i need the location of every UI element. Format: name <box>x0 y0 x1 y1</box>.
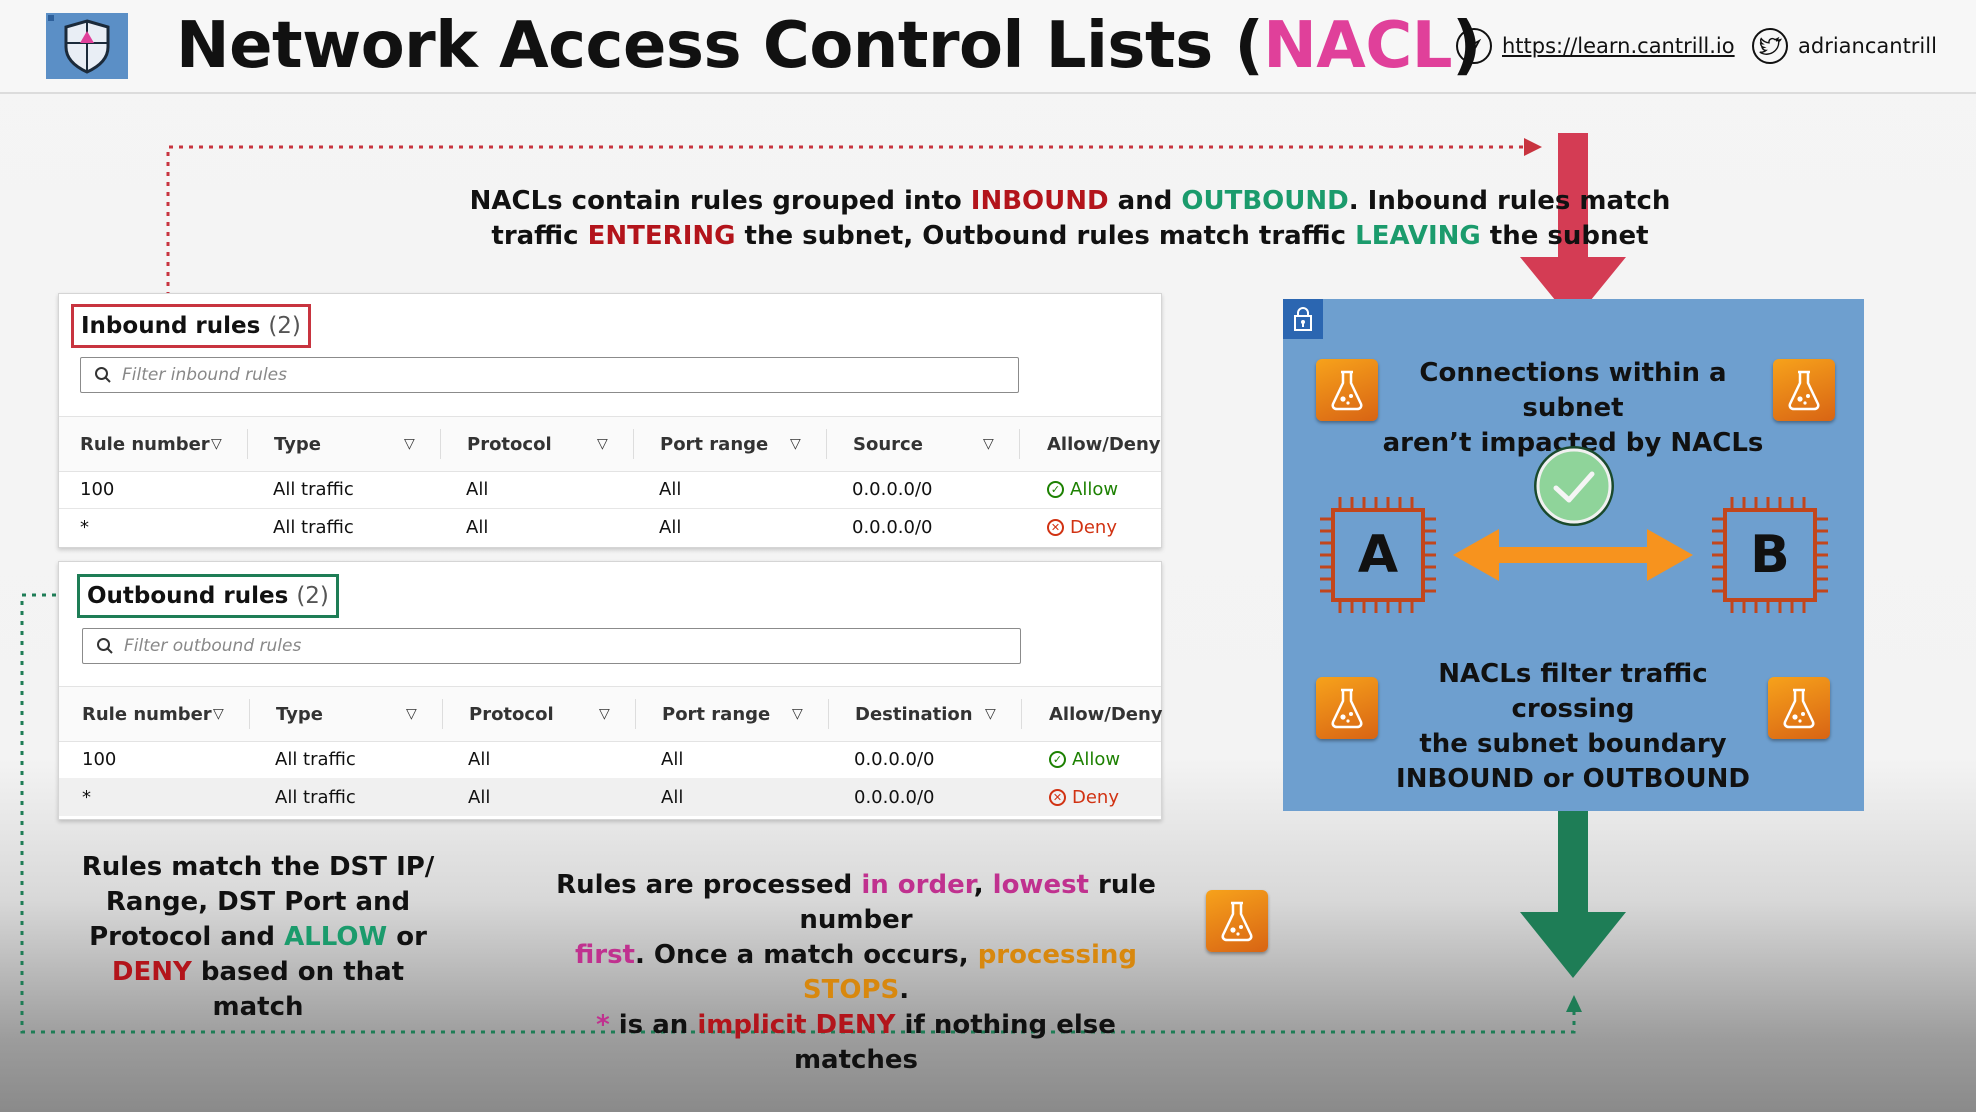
outbound-rules-title: Outbound rules (2) <box>77 574 339 618</box>
flask-icon <box>1316 359 1378 421</box>
column-header-port-range[interactable]: Port range <box>660 417 768 471</box>
outbound-rules-panel: Outbound rules (2) Rule number ▽ Type ▽ … <box>58 561 1163 820</box>
instance-b-chip: B <box>1708 493 1832 617</box>
lock-icon <box>1283 299 1323 339</box>
double-arrow-icon <box>1453 529 1693 581</box>
protocol-cell: All <box>468 786 491 808</box>
column-header-port-range[interactable]: Port range <box>662 687 770 741</box>
port-range-cell: All <box>659 516 682 538</box>
outbound-connector-arrowhead <box>1566 995 1582 1012</box>
inbound-connector-arrowhead <box>1524 138 1542 156</box>
column-header-rule-number[interactable]: Rule number <box>82 687 212 741</box>
action-cell: ✕ Deny <box>1049 778 1119 816</box>
sort-icon[interactable]: ▽ <box>985 687 996 741</box>
source-cell: 0.0.0.0/0 <box>852 516 933 538</box>
table-row[interactable]: * All traffic All All 0.0.0.0/0 ✕ Deny <box>59 778 1161 816</box>
type-cell: All traffic <box>275 786 356 808</box>
outbound-filter-input[interactable] <box>122 635 1006 657</box>
column-header-allow-deny[interactable]: Allow/Deny <box>1047 417 1161 471</box>
source-cell: 0.0.0.0/0 <box>852 478 933 500</box>
column-header-type[interactable]: Type <box>276 687 323 741</box>
column-header-destination[interactable]: Destination <box>855 687 973 741</box>
column-header-protocol[interactable]: Protocol <box>469 687 554 741</box>
table-row[interactable]: 100 All traffic All All 0.0.0.0/0 ✓ Allow <box>59 470 1161 509</box>
boundary-filter-text: NACLs filter traffic crossing the subnet… <box>1396 659 1750 794</box>
check-circle-icon: ✓ <box>1047 480 1064 498</box>
inbound-table-header: Rule number ▽ Type ▽ Protocol ▽ Port ran… <box>59 416 1161 472</box>
match-rules-note: Rules match the DST IP/ Range, DST Port … <box>81 852 435 1022</box>
check-badge-icon <box>1534 446 1614 526</box>
destination-cell: 0.0.0.0/0 <box>854 748 935 770</box>
inbound-filter-input[interactable] <box>120 364 1004 386</box>
flask-icon <box>1768 677 1830 739</box>
sort-icon[interactable]: ▽ <box>213 687 224 741</box>
subnet-box: Connections within a subnet aren’t impac… <box>1283 299 1864 811</box>
processing-order-note: Rules are processed in order, lowest rul… <box>556 870 1156 1075</box>
flask-icon <box>1773 359 1835 421</box>
type-cell: All traffic <box>273 478 354 500</box>
column-header-protocol[interactable]: Protocol <box>467 417 552 471</box>
type-cell: All traffic <box>275 748 356 770</box>
column-header-source[interactable]: Source <box>853 417 923 471</box>
x-circle-icon: ✕ <box>1049 788 1066 806</box>
sort-icon[interactable]: ▽ <box>404 417 415 471</box>
search-icon <box>96 637 114 655</box>
instance-b-label: B <box>1750 525 1790 585</box>
sort-icon[interactable]: ▽ <box>597 417 608 471</box>
check-circle-icon: ✓ <box>1049 750 1066 768</box>
slide: Network Access Control Lists (NACL) http… <box>0 0 1976 1112</box>
port-range-cell: All <box>661 748 684 770</box>
type-cell: All traffic <box>273 516 354 538</box>
port-range-cell: All <box>661 786 684 808</box>
rule-number-cell: * <box>80 516 89 538</box>
protocol-cell: All <box>466 516 489 538</box>
instance-a-chip: A <box>1316 493 1440 617</box>
outbound-table-header: Rule number ▽ Type ▽ Protocol ▽ Port ran… <box>59 686 1163 742</box>
action-cell: ✕ Deny <box>1047 508 1117 546</box>
search-icon <box>94 366 112 384</box>
sort-icon[interactable]: ▽ <box>983 417 994 471</box>
flask-icon <box>1316 677 1378 739</box>
sort-icon[interactable]: ▽ <box>790 417 801 471</box>
instance-a-label: A <box>1357 525 1399 585</box>
sort-icon[interactable]: ▽ <box>599 687 610 741</box>
sort-icon[interactable]: ▽ <box>406 687 417 741</box>
destination-cell: 0.0.0.0/0 <box>854 786 935 808</box>
column-header-rule-number[interactable]: Rule number <box>80 417 210 471</box>
x-circle-icon: ✕ <box>1047 518 1064 536</box>
outbound-arrow <box>1520 790 1626 978</box>
intro-text: NACLs contain rules grouped into INBOUND… <box>469 186 1671 251</box>
inbound-filter-field[interactable] <box>80 357 1019 393</box>
protocol-cell: All <box>466 478 489 500</box>
sort-icon[interactable]: ▽ <box>211 417 222 471</box>
rule-number-cell: 100 <box>82 748 117 770</box>
sort-icon[interactable]: ▽ <box>792 687 803 741</box>
table-row[interactable]: 100 All traffic All All 0.0.0.0/0 ✓ Allow <box>59 740 1161 779</box>
inbound-rules-title: Inbound rules (2) <box>71 304 311 348</box>
protocol-cell: All <box>468 748 491 770</box>
rule-number-cell: 100 <box>80 478 115 500</box>
port-range-cell: All <box>659 478 682 500</box>
action-cell: ✓ Allow <box>1047 470 1118 508</box>
flask-icon <box>1206 890 1268 952</box>
column-header-allow-deny[interactable]: Allow/Deny <box>1049 687 1163 741</box>
column-header-type[interactable]: Type <box>274 417 321 471</box>
rule-number-cell: * <box>82 786 91 808</box>
table-row[interactable]: * All traffic All All 0.0.0.0/0 ✕ Deny <box>59 508 1161 546</box>
action-cell: ✓ Allow <box>1049 740 1120 778</box>
inbound-rules-panel: Inbound rules (2) Rule number ▽ Type ▽ P… <box>58 293 1162 548</box>
outbound-filter-field[interactable] <box>82 628 1021 664</box>
